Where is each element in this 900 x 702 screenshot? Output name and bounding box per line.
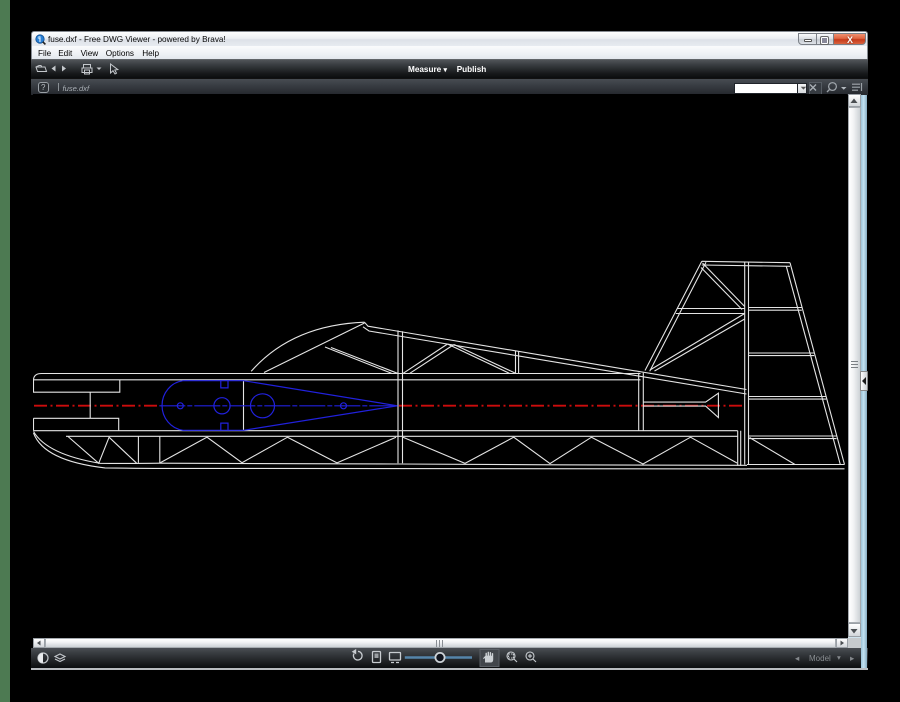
svg-text:i: i [39,37,41,44]
